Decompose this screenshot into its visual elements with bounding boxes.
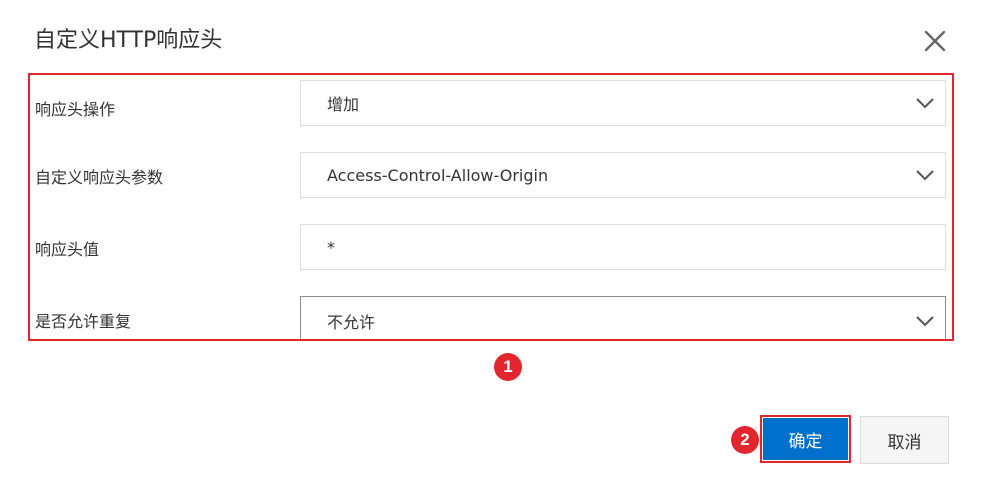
close-button[interactable] — [918, 24, 952, 58]
field-label: 自定义响应头参数 — [35, 168, 164, 187]
highlighted-form-section: 响应头操作 增加 自定义响应头参数 Access-Control-Allow-O… — [28, 73, 954, 341]
confirm-button[interactable]: 确定 — [760, 415, 851, 463]
field-label: 是否允许重复 — [35, 312, 132, 331]
annotation-marker-2: 2 — [731, 426, 759, 454]
input-value: * — [327, 237, 335, 257]
header-value-input[interactable]: * — [300, 224, 946, 270]
field-label: 响应头值 — [35, 240, 100, 259]
header-param-select[interactable]: Access-Control-Allow-Origin — [300, 152, 946, 198]
select-value: 不允许 — [327, 313, 376, 332]
annotation-marker-1: 1 — [494, 353, 522, 381]
header-action-select[interactable]: 增加 — [300, 80, 946, 126]
close-icon — [924, 30, 946, 52]
cancel-button[interactable]: 取消 — [860, 416, 949, 464]
chevron-down-icon — [916, 316, 934, 327]
select-value: 增加 — [327, 95, 360, 114]
dialog-title: 自定义HTTP响应头 — [34, 28, 223, 53]
chevron-down-icon — [916, 170, 934, 181]
select-value: Access-Control-Allow-Origin — [327, 165, 549, 185]
field-label: 响应头操作 — [35, 100, 116, 119]
chevron-down-icon — [916, 98, 934, 109]
allow-duplicate-select[interactable]: 不允许 — [300, 296, 946, 339]
